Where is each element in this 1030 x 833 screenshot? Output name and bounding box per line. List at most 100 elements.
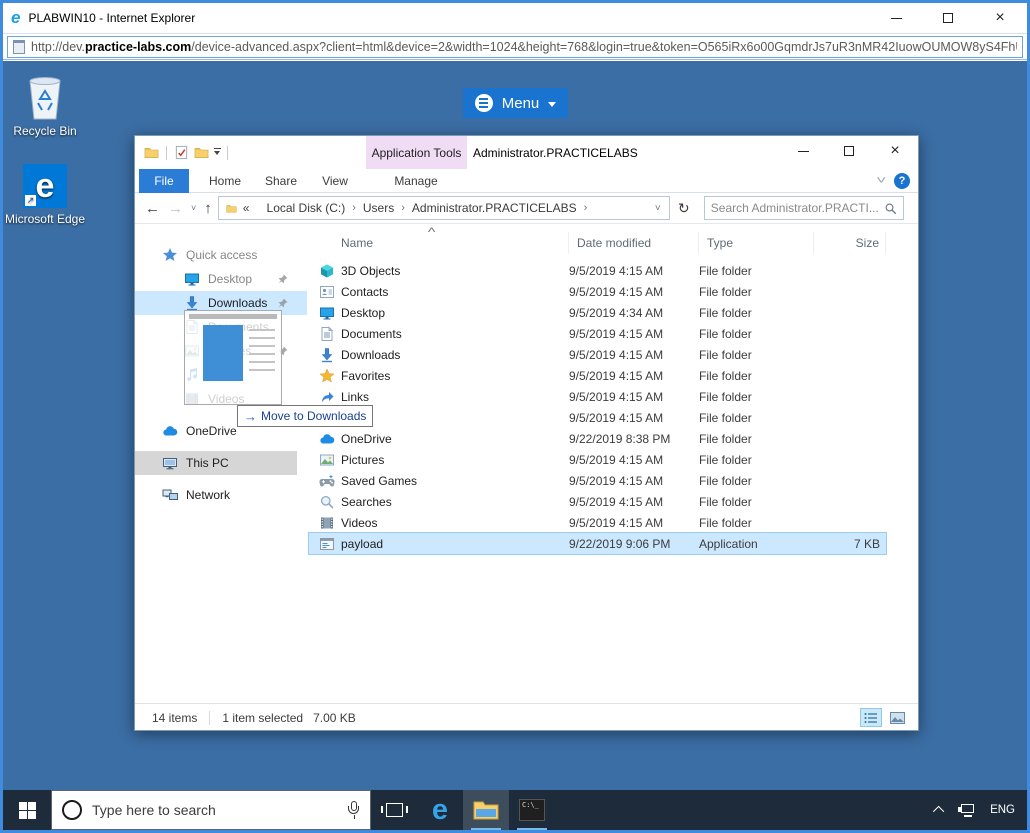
file-row-payload[interactable]: payload 9/22/2019 9:06 PM Application 7 … — [309, 533, 886, 554]
browser-urlbar: http://dev.practice-labs.com/device-adva… — [3, 33, 1027, 60]
forward-button[interactable]: → — [168, 200, 183, 217]
edge-icon: e ↗ — [23, 164, 67, 208]
task-view-button[interactable] — [371, 790, 417, 830]
sidebar-item-desktop[interactable]: Desktop — [135, 267, 307, 291]
tab-share[interactable]: Share — [257, 169, 305, 193]
sidebar-item-quick-access[interactable]: Quick access — [135, 243, 307, 267]
file-row-documents[interactable]: Documents 9/5/2019 4:15 AM File folder — [309, 323, 886, 344]
status-selection-size: 7.00 KB — [313, 711, 356, 725]
taskbar-file-explorer-button[interactable] — [463, 790, 509, 830]
file-row-onedrive[interactable]: OneDrive 9/22/2019 8:38 PM File folder — [309, 428, 886, 449]
browser-maximize-button[interactable] — [937, 9, 959, 27]
file-row-contacts[interactable]: Contacts 9/5/2019 4:15 AM File folder — [309, 281, 886, 302]
column-header-date-modified[interactable]: Date modified — [569, 232, 699, 254]
edge-desktop-icon[interactable]: e ↗ Microsoft Edge — [3, 164, 87, 226]
ie-logo-icon: e — [11, 8, 20, 28]
explorer-maximize-button[interactable] — [826, 136, 872, 166]
file-icon — [319, 368, 335, 384]
breadcrumb-users[interactable]: Users — [363, 201, 394, 215]
explorer-minimize-button[interactable] — [780, 136, 826, 166]
large-icons-view-button[interactable] — [886, 708, 908, 727]
explorer-close-button[interactable]: × — [872, 136, 918, 166]
tab-manage[interactable]: Manage — [383, 169, 449, 193]
browser-minimize-button[interactable] — [885, 9, 907, 27]
file-type: File folder — [699, 264, 814, 278]
file-row-pictures[interactable]: Pictures 9/5/2019 4:15 AM File folder — [309, 449, 886, 470]
sidebar-item-label: OneDrive — [186, 424, 237, 438]
taskbar-edge-button[interactable]: e — [417, 790, 463, 830]
explorer-window-title: Administrator.PRACTICELABS — [473, 136, 638, 169]
customize-toolbar-icon[interactable] — [214, 151, 220, 155]
tab-view[interactable]: View — [313, 169, 357, 193]
recent-locations-icon[interactable]: ˅ — [191, 203, 196, 213]
browser-close-button[interactable]: × — [989, 9, 1011, 27]
file-icon — [319, 305, 335, 321]
file-name: Videos — [341, 516, 377, 530]
file-date-modified: 9/22/2019 8:38 PM — [569, 432, 699, 446]
back-button[interactable]: ← — [145, 200, 160, 217]
lab-menu-button[interactable]: Menu — [463, 88, 568, 118]
hamburger-icon — [475, 94, 493, 112]
file-icon — [319, 452, 335, 468]
breadcrumb-local-disk[interactable]: Local Disk (C:) — [267, 201, 346, 215]
taskbar-search-box[interactable]: Type here to search — [51, 790, 371, 830]
file-date-modified: 9/5/2019 4:15 AM — [569, 285, 699, 299]
status-item-count: 14 items — [152, 711, 197, 725]
file-row-saved-games[interactable]: Saved Games 9/5/2019 4:15 AM File folder — [309, 470, 886, 491]
file-row-videos[interactable]: Videos 9/5/2019 4:15 AM File folder — [309, 512, 886, 533]
edge-taskbar-icon: e — [432, 796, 448, 825]
language-indicator[interactable]: ENG — [990, 804, 1015, 816]
file-date-modified: 9/5/2019 4:15 AM — [569, 453, 699, 467]
new-folder-icon[interactable] — [194, 145, 209, 160]
file-type: File folder — [699, 411, 814, 425]
ribbon-tabs: File Home Share View Manage ˅ ? — [135, 169, 918, 193]
tab-home[interactable]: Home — [201, 169, 249, 193]
properties-icon[interactable] — [174, 145, 189, 160]
microphone-icon[interactable] — [348, 801, 360, 819]
browser-title: PLABWIN10 - Internet Explorer — [28, 11, 885, 25]
file-name: Contacts — [341, 285, 388, 299]
contextual-tab-application-tools[interactable]: Application Tools — [366, 136, 467, 169]
folder-icon[interactable] — [144, 145, 159, 160]
sidebar-item-network[interactable]: Network — [135, 483, 307, 507]
file-date-modified: 9/5/2019 4:15 AM — [569, 495, 699, 509]
cortana-icon — [62, 800, 82, 820]
network-tray-icon[interactable] — [958, 804, 976, 817]
address-bar[interactable]: http://dev.practice-labs.com/device-adva… — [7, 36, 1023, 58]
breadcrumb-administrator[interactable]: Administrator.PRACTICELABS — [412, 201, 577, 215]
file-row-3d-objects[interactable]: 3D Objects 9/5/2019 4:15 AM File folder — [309, 260, 886, 281]
recycle-bin-desktop-icon[interactable]: Recycle Bin — [3, 71, 87, 138]
drag-tooltip: → Move to Downloads — [237, 405, 373, 427]
nav-item-icon — [162, 423, 178, 439]
file-name: OneDrive — [341, 432, 392, 446]
edge-label: Microsoft Edge — [3, 212, 87, 226]
details-view-button[interactable] — [860, 708, 882, 727]
file-row-desktop[interactable]: Desktop 9/5/2019 4:34 AM File folder — [309, 302, 886, 323]
sidebar-item-this-pc[interactable]: This PC — [135, 451, 297, 475]
file-row-links[interactable]: Links 9/5/2019 4:15 AM File folder — [309, 386, 886, 407]
file-row-searches[interactable]: Searches 9/5/2019 4:15 AM File folder — [309, 491, 886, 512]
file-row-downloads[interactable]: Downloads 9/5/2019 4:15 AM File folder — [309, 344, 886, 365]
tab-file[interactable]: File — [139, 169, 189, 193]
column-header-type[interactable]: Type — [699, 232, 814, 254]
column-header-size[interactable]: Size — [814, 232, 886, 254]
expand-ribbon-icon[interactable]: ˅ — [876, 175, 886, 187]
explorer-search-placeholder: Search Administrator.PRACTI... — [711, 201, 884, 215]
breadcrumb[interactable]: « Local Disk (C:) › Users › Administrato… — [218, 196, 670, 220]
system-tray: ENG — [936, 790, 1027, 830]
address-dropdown-icon[interactable]: ˅ — [651, 203, 665, 214]
explorer-search-box[interactable]: Search Administrator.PRACTI... — [704, 196, 904, 220]
refresh-icon[interactable]: ↻ — [672, 196, 696, 220]
file-name: Links — [341, 390, 369, 404]
file-row-music[interactable]: Music 9/5/2019 4:15 AM File folder — [309, 407, 886, 428]
column-header-name[interactable]: Name — [309, 232, 569, 254]
start-button[interactable] — [3, 790, 51, 830]
show-hidden-icons-chevron[interactable] — [933, 806, 944, 817]
help-icon[interactable]: ? — [894, 173, 910, 189]
file-date-modified: 9/5/2019 4:15 AM — [569, 369, 699, 383]
up-button[interactable]: ↑ — [204, 200, 212, 217]
address-toolbar: ← → ˅ ↑ « Local Disk (C:) › Users › Admi… — [135, 193, 918, 224]
breadcrumb-separator: › — [352, 202, 356, 214]
taskbar-command-prompt-button[interactable] — [509, 790, 555, 830]
file-row-favorites[interactable]: Favorites 9/5/2019 4:15 AM File folder — [309, 365, 886, 386]
